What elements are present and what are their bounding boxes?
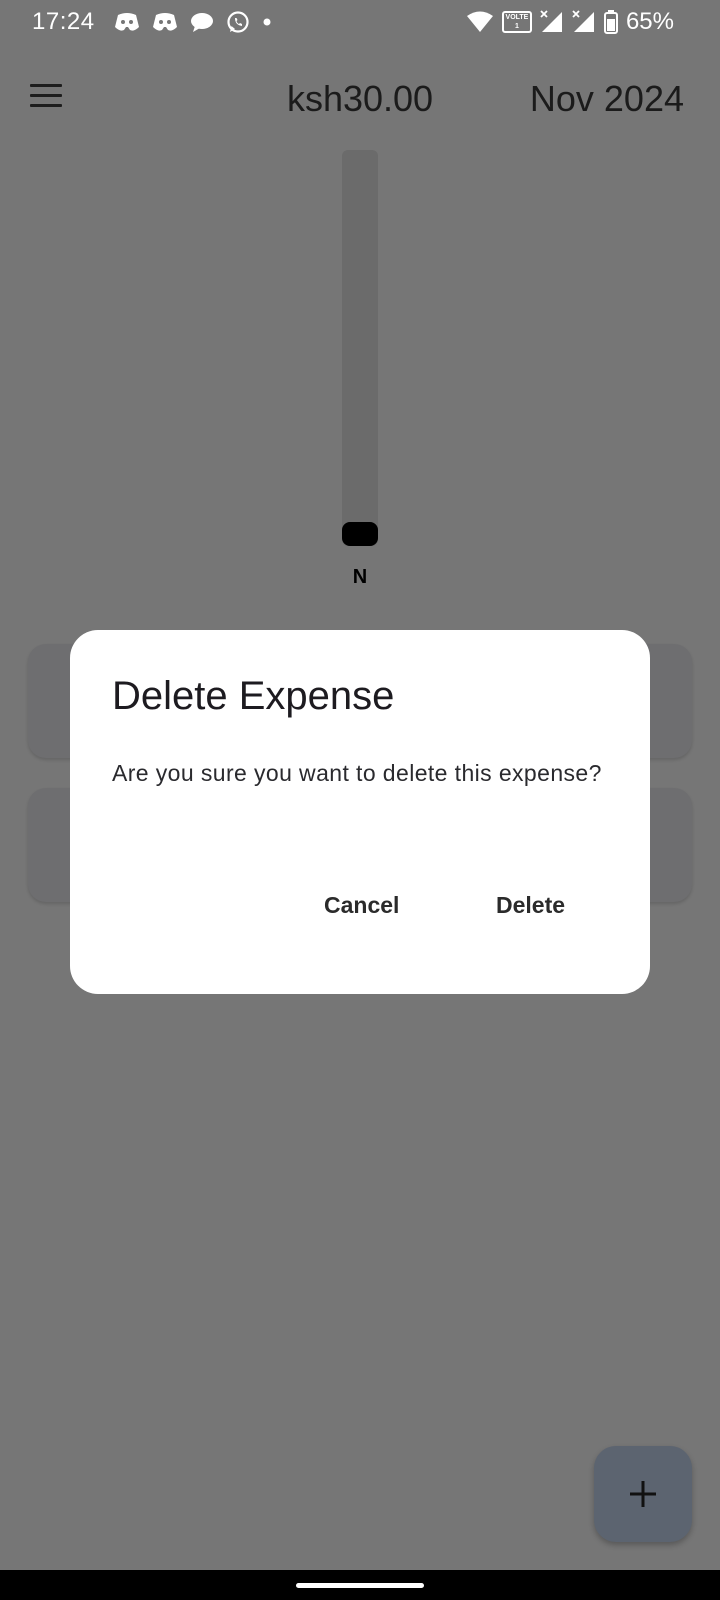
month-selector[interactable]: Nov 2024 [530,78,684,120]
dialog-message: Are you sure you want to delete this exp… [112,760,602,786]
signal-icon [572,10,594,32]
signal-icon [540,10,562,32]
add-expense-button[interactable] [594,1446,692,1542]
battery-percent: 65% [625,8,674,35]
status-bar: 17:24 VOLTE 1 65% [0,0,720,44]
notification-icons [114,10,272,34]
home-indicator[interactable] [296,1583,424,1588]
app-bar: ksh30.00 Nov 2024 [0,60,720,140]
volte-icon: VOLTE 1 [501,11,532,33]
discord-icon [115,13,139,31]
volte-text: VOLTE [505,14,529,21]
chart-bar[interactable] [342,522,378,546]
dialog-title: Delete Expense [112,674,395,718]
whatsapp-icon [227,11,249,33]
delete-button[interactable]: Delete [478,880,583,930]
plus-icon [630,1481,656,1507]
discord-icon [153,13,177,31]
chart-bar-track [342,150,378,546]
battery-icon [603,10,618,34]
status-time: 17:24 [32,8,95,35]
hamburger-menu-icon[interactable] [30,84,66,114]
system-status-icons: VOLTE 1 65% [466,8,674,36]
chart-category-label: N [352,566,368,588]
cancel-button[interactable]: Cancel [306,880,417,930]
delete-expense-dialog: Delete Expense Are you sure you want to … [70,630,650,994]
chat-bubble-icon [191,13,213,32]
navigation-bar [0,1570,720,1600]
dot-icon [263,18,271,26]
volte-sim-number: 1 [515,23,519,30]
wifi-icon [466,11,493,32]
